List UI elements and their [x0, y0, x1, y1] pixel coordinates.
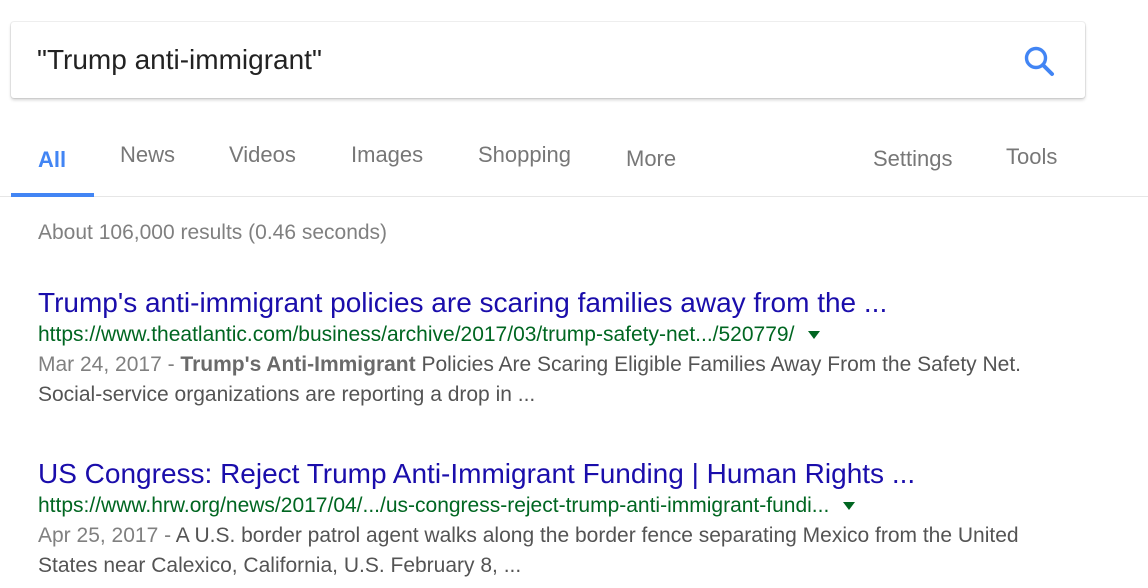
- url-dropdown-caret-icon[interactable]: [808, 331, 821, 339]
- tab-shopping[interactable]: Shopping: [478, 142, 571, 168]
- url-dropdown-caret-icon[interactable]: [843, 502, 856, 510]
- result-title-link[interactable]: US Congress: Reject Trump Anti-Immigrant…: [38, 457, 1038, 491]
- tab-settings[interactable]: Settings: [873, 146, 953, 172]
- result-url-text: https://www.theatlantic.com/business/arc…: [38, 323, 795, 346]
- result-url-text: https://www.hrw.org/news/2017/04/.../us-…: [38, 494, 830, 517]
- result-title-link[interactable]: Trump's anti-immigrant policies are scar…: [38, 286, 1038, 320]
- tab-videos[interactable]: Videos: [229, 142, 296, 168]
- tab-tools[interactable]: Tools: [1006, 144, 1057, 170]
- active-tab-indicator: [11, 193, 94, 197]
- tab-images[interactable]: Images: [351, 142, 423, 168]
- result-snippet: Mar 24, 2017 - Trump's Anti-Immigrant Po…: [38, 350, 1038, 410]
- tab-news[interactable]: News: [120, 142, 175, 168]
- search-icon: [1024, 46, 1054, 76]
- tab-more[interactable]: More: [626, 146, 676, 172]
- result-date: Mar 24, 2017 -: [38, 353, 181, 376]
- search-result: US Congress: Reject Trump Anti-Immigrant…: [38, 457, 1038, 581]
- tab-all[interactable]: All: [38, 147, 66, 173]
- result-stats: About 106,000 results (0.46 seconds): [38, 221, 388, 244]
- result-snippet: Apr 25, 2017 - A U.S. border patrol agen…: [38, 521, 1038, 581]
- search-box: [11, 22, 1085, 98]
- search-tabs: All News Videos Images Shopping More Set…: [0, 130, 1148, 197]
- result-date: Apr 25, 2017 -: [38, 524, 176, 547]
- result-url: https://www.hrw.org/news/2017/04/.../us-…: [38, 491, 1038, 521]
- snippet-text: A U.S. border patrol agent walks along t…: [38, 524, 1019, 577]
- search-result: Trump's anti-immigrant policies are scar…: [38, 286, 1038, 410]
- search-button[interactable]: [1019, 41, 1059, 81]
- result-url: https://www.theatlantic.com/business/arc…: [38, 320, 1038, 350]
- search-input[interactable]: [37, 40, 997, 80]
- snippet-highlight: Trump's Anti-Immigrant: [180, 353, 416, 376]
- search-results-page: All News Videos Images Shopping More Set…: [0, 0, 1148, 588]
